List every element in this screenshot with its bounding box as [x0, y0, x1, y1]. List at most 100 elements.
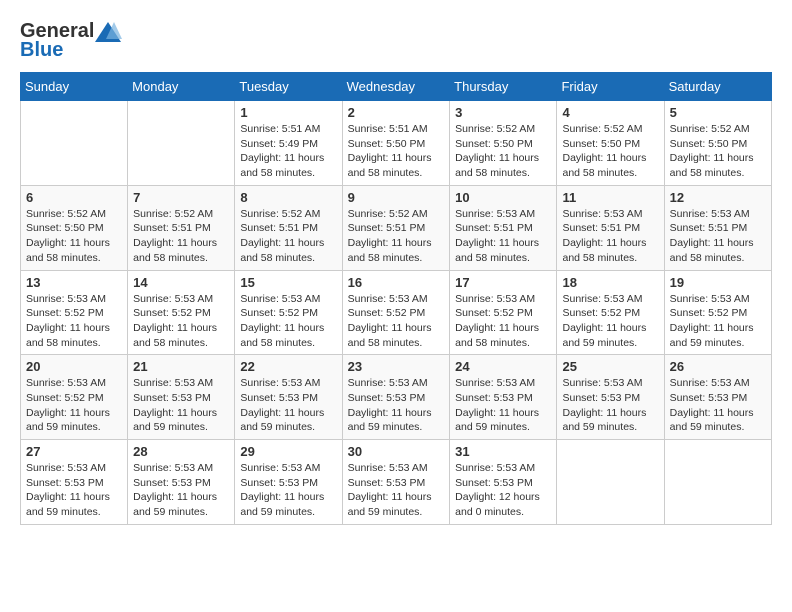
day-info: Sunrise: 5:53 AM Sunset: 5:53 PM Dayligh… — [26, 461, 122, 520]
day-number: 8 — [240, 190, 336, 205]
calendar-cell: 26 Sunrise: 5:53 AM Sunset: 5:53 PM Dayli… — [664, 355, 771, 440]
calendar-cell: 28Sunrise: 5:53 AM Sunset: 5:53 PM Dayli… — [128, 440, 235, 525]
calendar-cell — [664, 440, 771, 525]
day-number: 27 — [26, 444, 122, 459]
calendar-cell: 9 Sunrise: 5:52 AM Sunset: 5:51 PM Daylig… — [342, 185, 450, 270]
calendar-cell: 22 Sunrise: 5:53 AM Sunset: 5:53 PM Dayli… — [235, 355, 342, 440]
day-number: 11 — [562, 190, 658, 205]
calendar-week-row: 13 Sunrise: 5:53 AM Sunset: 5:52 PM Dayli… — [21, 270, 772, 355]
day-number: 22 — [240, 359, 336, 374]
day-number: 17 — [455, 275, 551, 290]
calendar-cell — [128, 101, 235, 186]
day-info: Sunrise: 5:52 AM Sunset: 5:50 PM Dayligh… — [455, 122, 551, 181]
day-number: 31 — [455, 444, 551, 459]
column-header-wednesday: Wednesday — [342, 73, 450, 101]
calendar-table: SundayMondayTuesdayWednesdayThursdayFrid… — [20, 72, 772, 525]
day-info: Sunrise: 5:53 AM Sunset: 5:52 PM Dayligh… — [348, 292, 445, 351]
day-info: Sunrise: 5:52 AM Sunset: 5:50 PM Dayligh… — [26, 207, 122, 266]
calendar-cell: 14Sunrise: 5:53 AM Sunset: 5:52 PM Dayli… — [128, 270, 235, 355]
logo-blue: Blue — [20, 39, 63, 62]
calendar-cell: 8 Sunrise: 5:52 AM Sunset: 5:51 PM Daylig… — [235, 185, 342, 270]
calendar-cell: 24Sunrise: 5:53 AM Sunset: 5:53 PM Dayli… — [450, 355, 557, 440]
calendar-week-row: 1 Sunrise: 5:51 AM Sunset: 5:49 PM Daylig… — [21, 101, 772, 186]
day-number: 24 — [455, 359, 551, 374]
column-header-saturday: Saturday — [664, 73, 771, 101]
calendar-header-row: SundayMondayTuesdayWednesdayThursdayFrid… — [21, 73, 772, 101]
calendar-cell: 13 Sunrise: 5:53 AM Sunset: 5:52 PM Dayli… — [21, 270, 128, 355]
calendar-cell: 29Sunrise: 5:53 AM Sunset: 5:53 PM Dayli… — [235, 440, 342, 525]
calendar-cell: 31 Sunrise: 5:53 AM Sunset: 5:53 PM Dayli… — [450, 440, 557, 525]
calendar-cell — [21, 101, 128, 186]
day-info: Sunrise: 5:53 AM Sunset: 5:51 PM Dayligh… — [670, 207, 766, 266]
day-info: Sunrise: 5:53 AM Sunset: 5:53 PM Dayligh… — [455, 461, 551, 520]
day-info: Sunrise: 5:53 AM Sunset: 5:53 PM Dayligh… — [240, 461, 336, 520]
calendar-week-row: 6 Sunrise: 5:52 AM Sunset: 5:50 PM Daylig… — [21, 185, 772, 270]
day-info: Sunrise: 5:52 AM Sunset: 5:50 PM Dayligh… — [562, 122, 658, 181]
day-info: Sunrise: 5:52 AM Sunset: 5:51 PM Dayligh… — [133, 207, 229, 266]
column-header-friday: Friday — [557, 73, 664, 101]
day-number: 19 — [670, 275, 766, 290]
calendar-cell: 16 Sunrise: 5:53 AM Sunset: 5:52 PM Dayli… — [342, 270, 450, 355]
page-header: General Blue — [20, 20, 772, 62]
calendar-week-row: 27 Sunrise: 5:53 AM Sunset: 5:53 PM Dayli… — [21, 440, 772, 525]
day-info: Sunrise: 5:52 AM Sunset: 5:51 PM Dayligh… — [348, 207, 445, 266]
day-info: Sunrise: 5:52 AM Sunset: 5:51 PM Dayligh… — [240, 207, 336, 266]
day-number: 25 — [562, 359, 658, 374]
day-number: 15 — [240, 275, 336, 290]
day-info: Sunrise: 5:53 AM Sunset: 5:53 PM Dayligh… — [670, 376, 766, 435]
day-info: Sunrise: 5:51 AM Sunset: 5:50 PM Dayligh… — [348, 122, 445, 181]
day-number: 6 — [26, 190, 122, 205]
day-number: 26 — [670, 359, 766, 374]
calendar-cell: 12 Sunrise: 5:53 AM Sunset: 5:51 PM Dayli… — [664, 185, 771, 270]
calendar-cell: 25 Sunrise: 5:53 AM Sunset: 5:53 PM Dayli… — [557, 355, 664, 440]
day-number: 18 — [562, 275, 658, 290]
calendar-cell: 20Sunrise: 5:53 AM Sunset: 5:52 PM Dayli… — [21, 355, 128, 440]
day-info: Sunrise: 5:53 AM Sunset: 5:52 PM Dayligh… — [26, 292, 122, 351]
day-number: 28 — [133, 444, 229, 459]
day-info: Sunrise: 5:51 AM Sunset: 5:49 PM Dayligh… — [240, 122, 336, 181]
calendar-cell: 1 Sunrise: 5:51 AM Sunset: 5:49 PM Daylig… — [235, 101, 342, 186]
calendar-week-row: 20Sunrise: 5:53 AM Sunset: 5:52 PM Dayli… — [21, 355, 772, 440]
day-info: Sunrise: 5:53 AM Sunset: 5:52 PM Dayligh… — [455, 292, 551, 351]
day-info: Sunrise: 5:53 AM Sunset: 5:53 PM Dayligh… — [133, 376, 229, 435]
day-info: Sunrise: 5:53 AM Sunset: 5:51 PM Dayligh… — [455, 207, 551, 266]
day-number: 2 — [348, 105, 445, 120]
day-info: Sunrise: 5:53 AM Sunset: 5:53 PM Dayligh… — [348, 376, 445, 435]
day-number: 9 — [348, 190, 445, 205]
calendar-cell: 7Sunrise: 5:52 AM Sunset: 5:51 PM Daylig… — [128, 185, 235, 270]
calendar-cell: 3Sunrise: 5:52 AM Sunset: 5:50 PM Daylig… — [450, 101, 557, 186]
day-number: 23 — [348, 359, 445, 374]
day-info: Sunrise: 5:53 AM Sunset: 5:52 PM Dayligh… — [26, 376, 122, 435]
calendar-cell: 18 Sunrise: 5:53 AM Sunset: 5:52 PM Dayli… — [557, 270, 664, 355]
day-number: 14 — [133, 275, 229, 290]
calendar-cell: 10 Sunrise: 5:53 AM Sunset: 5:51 PM Dayli… — [450, 185, 557, 270]
day-info: Sunrise: 5:53 AM Sunset: 5:52 PM Dayligh… — [562, 292, 658, 351]
logo-icon — [94, 21, 122, 43]
calendar-cell: 17 Sunrise: 5:53 AM Sunset: 5:52 PM Dayli… — [450, 270, 557, 355]
day-info: Sunrise: 5:53 AM Sunset: 5:53 PM Dayligh… — [348, 461, 445, 520]
calendar-cell: 15 Sunrise: 5:53 AM Sunset: 5:52 PM Dayli… — [235, 270, 342, 355]
calendar-cell: 2 Sunrise: 5:51 AM Sunset: 5:50 PM Daylig… — [342, 101, 450, 186]
day-info: Sunrise: 5:52 AM Sunset: 5:50 PM Dayligh… — [670, 122, 766, 181]
day-info: Sunrise: 5:53 AM Sunset: 5:52 PM Dayligh… — [240, 292, 336, 351]
day-number: 30 — [348, 444, 445, 459]
column-header-thursday: Thursday — [450, 73, 557, 101]
day-number: 13 — [26, 275, 122, 290]
calendar-cell: 6 Sunrise: 5:52 AM Sunset: 5:50 PM Daylig… — [21, 185, 128, 270]
calendar-cell: 23 Sunrise: 5:53 AM Sunset: 5:53 PM Dayli… — [342, 355, 450, 440]
day-number: 21 — [133, 359, 229, 374]
day-info: Sunrise: 5:53 AM Sunset: 5:53 PM Dayligh… — [562, 376, 658, 435]
column-header-sunday: Sunday — [21, 73, 128, 101]
day-number: 4 — [562, 105, 658, 120]
calendar-cell: 19Sunrise: 5:53 AM Sunset: 5:52 PM Dayli… — [664, 270, 771, 355]
day-number: 12 — [670, 190, 766, 205]
day-number: 16 — [348, 275, 445, 290]
day-info: Sunrise: 5:53 AM Sunset: 5:53 PM Dayligh… — [240, 376, 336, 435]
column-header-monday: Monday — [128, 73, 235, 101]
day-info: Sunrise: 5:53 AM Sunset: 5:51 PM Dayligh… — [562, 207, 658, 266]
calendar-cell: 5Sunrise: 5:52 AM Sunset: 5:50 PM Daylig… — [664, 101, 771, 186]
day-number: 10 — [455, 190, 551, 205]
calendar-cell: 30 Sunrise: 5:53 AM Sunset: 5:53 PM Dayli… — [342, 440, 450, 525]
calendar-cell: 21 Sunrise: 5:53 AM Sunset: 5:53 PM Dayli… — [128, 355, 235, 440]
day-number: 1 — [240, 105, 336, 120]
